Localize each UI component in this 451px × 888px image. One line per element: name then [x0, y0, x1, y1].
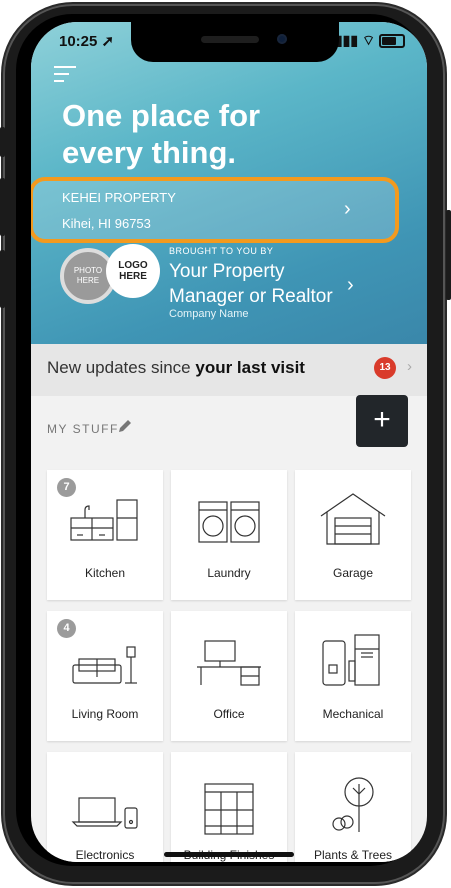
app-screen: 10:25 ➚ ▮▮▮ ⌔ One place for every thing.…	[31, 22, 427, 862]
agent-name[interactable]: Your Property Manager or Realtor	[169, 259, 339, 309]
pencil-icon[interactable]	[117, 418, 133, 434]
laptop-phone-icon	[71, 797, 138, 829]
garage-icon	[320, 493, 386, 545]
tile-label: Office	[213, 707, 245, 721]
power-button	[446, 210, 451, 300]
tile-label: Kitchen	[84, 566, 126, 580]
category-tile-building-finishes[interactable]: Building Finishes	[171, 752, 287, 862]
page-title: One place for every thing.	[62, 98, 261, 170]
tile-label: Living Room	[71, 707, 139, 721]
speaker-grille	[201, 36, 259, 43]
mute-switch	[0, 127, 5, 157]
status-indicators: ▮▮▮ ⌔	[335, 32, 405, 50]
brought-by-label: BROUGHT TO YOU BY	[169, 246, 274, 256]
hero-header: 10:25 ➚ ▮▮▮ ⌔ One place for every thing.…	[31, 22, 427, 344]
tile-label: Electronics	[75, 848, 135, 862]
tile-label: Laundry	[207, 566, 251, 580]
company-name: Company Name	[169, 308, 249, 320]
tile-grid-icon	[204, 783, 254, 835]
desk-icon	[197, 640, 261, 686]
company-logo: LOGO HERE	[106, 244, 160, 298]
battery-icon	[379, 34, 405, 49]
chevron-right-icon[interactable]: ›	[344, 198, 351, 221]
washer-dryer-icon	[198, 501, 260, 543]
device-notch	[131, 22, 339, 62]
category-tile-kitchen[interactable]: 7 Kitchen	[47, 470, 163, 600]
category-tile-electronics[interactable]: Electronics	[47, 752, 163, 862]
add-item-button[interactable]: +	[356, 395, 408, 447]
tree-icon	[332, 777, 374, 832]
updates-banner[interactable]: New updates since your last visit 13 ›	[31, 344, 427, 396]
tile-label: Garage	[332, 566, 374, 580]
updates-text: New updates since your last visit	[47, 358, 305, 377]
category-tile-garage[interactable]: Garage	[295, 470, 411, 600]
category-tile-plants-trees[interactable]: Plants & Trees	[295, 752, 411, 862]
property-name: KEHEI PROPERTY	[62, 190, 176, 205]
menu-icon[interactable]	[54, 66, 76, 87]
chevron-right-icon[interactable]: ›	[347, 274, 354, 297]
category-tile-mechanical[interactable]: Mechanical	[295, 611, 411, 741]
category-tile-laundry[interactable]: Laundry	[171, 470, 287, 600]
status-time: 10:25 ➚	[59, 33, 115, 50]
category-tile-living-room[interactable]: 4 Living Room	[47, 611, 163, 741]
sofa-lamp-icon	[72, 646, 137, 684]
property-address: Kihei, HI 96753	[62, 216, 151, 231]
volume-down-button	[0, 250, 5, 308]
tile-label: Plants & Trees	[313, 848, 393, 862]
tile-label: Mechanical	[322, 707, 384, 721]
updates-count-badge: 13	[374, 357, 396, 379]
front-camera	[277, 34, 287, 44]
chevron-right-icon[interactable]: ›	[407, 358, 412, 375]
water-heater-icon	[322, 634, 380, 686]
category-tile-office[interactable]: Office	[171, 611, 287, 741]
kitchen-icon	[70, 499, 138, 541]
volume-up-button	[0, 178, 5, 236]
home-indicator[interactable]	[164, 852, 294, 857]
my-stuff-label: MY STUFF	[47, 422, 119, 436]
wifi-icon: ⌔	[361, 32, 376, 48]
location-arrow-icon: ➚	[101, 33, 115, 50]
